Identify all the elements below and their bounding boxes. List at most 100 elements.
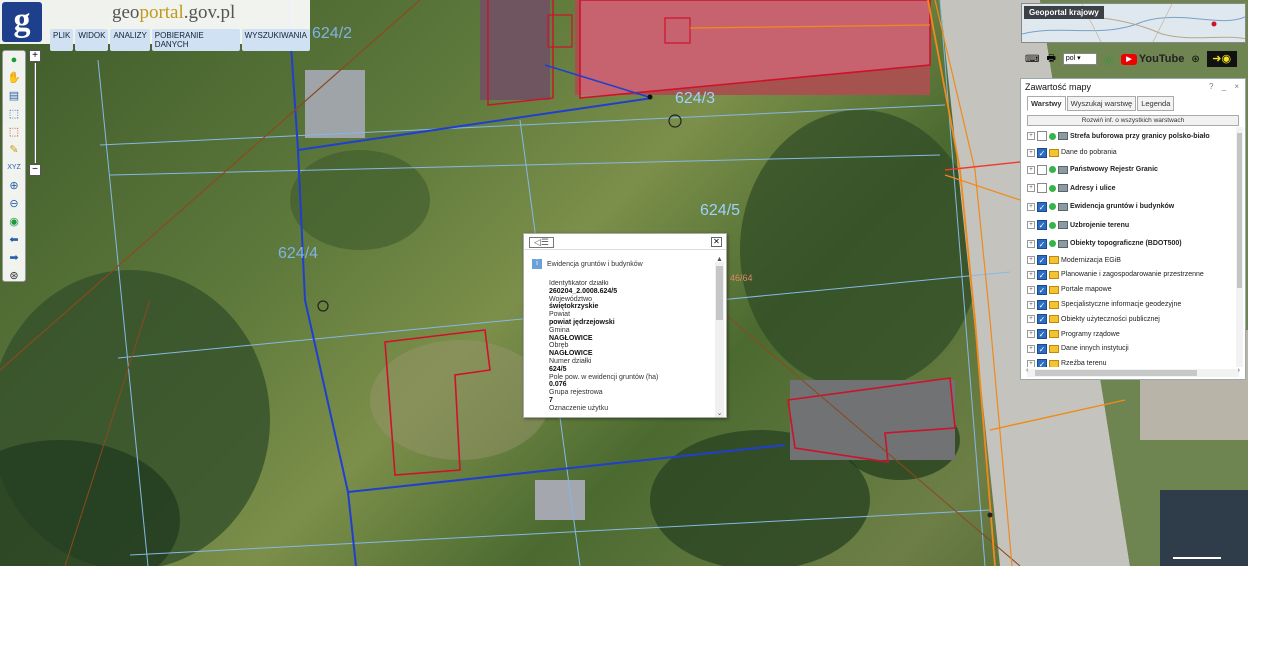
layer-visibility-checkbox[interactable]: ✓ — [1037, 220, 1047, 231]
layer-row[interactable]: + ✓ Ewidencja gruntów i budynków — [1027, 197, 1237, 216]
expand-layer-icon[interactable]: + — [1027, 359, 1035, 367]
layer-visibility-checkbox[interactable] — [1037, 183, 1047, 194]
menu-analizy[interactable]: ANALIZY — [110, 29, 150, 51]
layers-scroll-thumb[interactable] — [1237, 133, 1242, 288]
info-icon[interactable]: ● — [5, 52, 23, 68]
popup-scrollbar[interactable]: ▲ ⌄ — [715, 256, 724, 417]
layer-row[interactable]: + ✓ Uzbrojenie terenu — [1027, 216, 1237, 235]
site-title-suffix: .gov.pl — [183, 2, 236, 23]
expand-layer-icon[interactable]: + — [1027, 285, 1035, 294]
layer-visibility-checkbox[interactable]: ✓ — [1037, 255, 1047, 266]
layer-row[interactable]: + ✓ Rzeźba terenu — [1027, 356, 1237, 367]
draw-pencil-icon[interactable]: ✎ — [5, 142, 23, 158]
expand-layer-icon[interactable]: + — [1027, 270, 1035, 279]
expand-layer-icon[interactable]: + — [1027, 315, 1035, 324]
language-select[interactable]: pol ▾ — [1062, 53, 1097, 65]
zoom-out-icon[interactable]: ⊖ — [5, 196, 23, 212]
youtube-link[interactable]: ▶ YouTube — [1120, 53, 1184, 65]
popup-close-icon[interactable]: ✕ — [711, 237, 722, 247]
popup-scroll-down-icon[interactable]: ⌄ — [715, 409, 724, 417]
layer-visibility-checkbox[interactable] — [1037, 164, 1047, 175]
layer-visibility-checkbox[interactable]: ✓ — [1037, 269, 1047, 280]
folder-icon — [1049, 344, 1059, 353]
layer-row[interactable]: + ✓ Planowanie i zagospodarowanie przestrz… — [1027, 268, 1237, 283]
layer-label: Programy rządowe — [1061, 330, 1120, 338]
layer-row[interactable]: + ✓ Specjalistyczne informacje geodezyjne — [1027, 297, 1237, 312]
previous-view-icon[interactable]: ⬅ — [5, 232, 23, 248]
high-contrast-eye-icon[interactable]: ➜◉ — [1206, 51, 1237, 67]
tab-wyszukaj-warstwe[interactable]: Wyszukaj warstwę — [1066, 96, 1137, 111]
geoportal-logo-icon[interactable]: g — [2, 2, 42, 42]
next-view-icon[interactable]: ➡ — [5, 250, 23, 266]
menu-wyszukiwania[interactable]: WYSZUKIWANIA — [241, 29, 310, 51]
layer-visibility-checkbox[interactable]: ✓ — [1037, 314, 1047, 325]
layer-row[interactable]: + ✓ Obiekty topograficzne (BDOT500) — [1027, 234, 1237, 253]
expand-layer-icon[interactable]: + — [1027, 300, 1035, 309]
menu-pobieranie-danych[interactable]: POBIERANIE DANYCH — [151, 29, 240, 51]
layer-row[interactable]: + ✓ Modernizacja EGiB — [1027, 253, 1237, 268]
expand-layer-icon[interactable]: + — [1027, 132, 1035, 141]
menu-plik[interactable]: PLIK — [50, 29, 74, 51]
print-icon[interactable]: 🖶 — [1046, 51, 1055, 68]
tab-warstwy[interactable]: Warstwy — [1027, 96, 1066, 111]
layer-visibility-checkbox[interactable]: ✓ — [1037, 343, 1047, 354]
layer-visibility-checkbox[interactable]: ✓ — [1037, 299, 1047, 310]
layers-horizontal-scrollbar[interactable]: ‹ › — [1026, 367, 1240, 377]
layers-hscroll-thumb[interactable] — [1035, 370, 1197, 376]
pan-hand-icon[interactable]: ✋ — [5, 70, 23, 86]
help-icon[interactable]: ⓪ — [1104, 52, 1114, 67]
expand-layer-icon[interactable]: + — [1027, 256, 1035, 265]
expand-layer-icon[interactable]: + — [1027, 202, 1035, 211]
layers-vertical-scrollbar[interactable] — [1236, 127, 1243, 367]
zoom-minus-button[interactable]: − — [29, 164, 41, 176]
layer-visibility-checkbox[interactable] — [1037, 131, 1047, 142]
popup-field-value: powiat jędrzejowski — [549, 318, 615, 326]
layers-list-icon[interactable]: ▤ — [5, 88, 23, 104]
keyboard-icon[interactable]: ⌨ — [1025, 54, 1039, 65]
zoom-slider: + − — [29, 50, 41, 180]
select-area-icon[interactable]: ⬚ — [5, 106, 23, 122]
panel-window-controls[interactable]: ? _ × — [1209, 82, 1242, 91]
full-extent-globe-icon[interactable]: ◉ — [5, 214, 23, 230]
popup-attributes[interactable]: Identyfikator działki 260204_2.0008.624/5… — [549, 280, 714, 415]
scroll-left-icon[interactable]: ‹ — [1026, 367, 1028, 374]
popup-back-icon[interactable]: ◁☰ — [529, 237, 554, 248]
layer-row[interactable]: + Strefa buforowa przy granicy polsko-bia… — [1027, 127, 1237, 146]
expand-layer-icon[interactable]: + — [1027, 184, 1035, 193]
expand-layer-icon[interactable]: + — [1027, 148, 1035, 157]
layer-visibility-checkbox[interactable]: ✓ — [1037, 201, 1047, 212]
layer-row[interactable]: + ✓ Dane innych instytucji — [1027, 342, 1237, 357]
layer-row[interactable]: + Adresy i ulice — [1027, 179, 1237, 198]
clear-selection-icon[interactable]: ⬚ — [5, 124, 23, 140]
tab-legenda[interactable]: Legenda — [1137, 96, 1175, 111]
zoom-plus-button[interactable]: + — [29, 50, 41, 62]
zoom-track[interactable] — [34, 63, 36, 163]
layer-row[interactable]: + Państwowy Rejestr Granic — [1027, 160, 1237, 179]
layer-row[interactable]: + ✓ Programy rządowe — [1027, 327, 1237, 342]
layer-row[interactable]: + ✓ Dane do pobrania — [1027, 146, 1237, 161]
expand-layer-icon[interactable]: + — [1027, 344, 1035, 353]
expand-layer-icon[interactable]: + — [1027, 239, 1035, 248]
layer-row[interactable]: + ✓ Obiekty użyteczności publicznej — [1027, 312, 1237, 327]
xyz-coordinates-icon[interactable]: XYZ — [5, 160, 23, 176]
layer-visibility-checkbox[interactable]: ✓ — [1037, 238, 1047, 249]
expand-layer-icon[interactable]: + — [1027, 330, 1035, 339]
folder-icon — [1049, 285, 1059, 294]
expand-layer-icon[interactable]: + — [1027, 165, 1035, 174]
expand-layer-icon[interactable]: + — [1027, 221, 1035, 230]
accessibility-icon[interactable]: ⊛ — [1191, 54, 1199, 65]
popup-scroll-up-icon[interactable]: ▲ — [715, 256, 724, 263]
location-target-icon[interactable]: ⊛ — [5, 268, 23, 284]
expand-all-layers-button[interactable]: Rozwiń inf. o wszystkich warstwach — [1027, 115, 1239, 126]
layer-visibility-checkbox[interactable]: ✓ — [1037, 147, 1047, 158]
overview-map[interactable]: Geoportal krajowy — [1021, 3, 1246, 43]
scroll-right-icon[interactable]: › — [1238, 367, 1240, 374]
layer-row[interactable]: + ✓ Portale mapowe — [1027, 282, 1237, 297]
popup-toolbar: ◁☰ ✕ — [524, 234, 726, 250]
zoom-in-icon[interactable]: ⊕ — [5, 178, 23, 194]
layer-visibility-checkbox[interactable]: ✓ — [1037, 329, 1047, 340]
layer-visibility-checkbox[interactable]: ✓ — [1037, 284, 1047, 295]
layer-visibility-checkbox[interactable]: ✓ — [1037, 358, 1047, 367]
popup-scroll-thumb[interactable] — [716, 266, 723, 320]
menu-widok[interactable]: WIDOK — [75, 29, 109, 51]
